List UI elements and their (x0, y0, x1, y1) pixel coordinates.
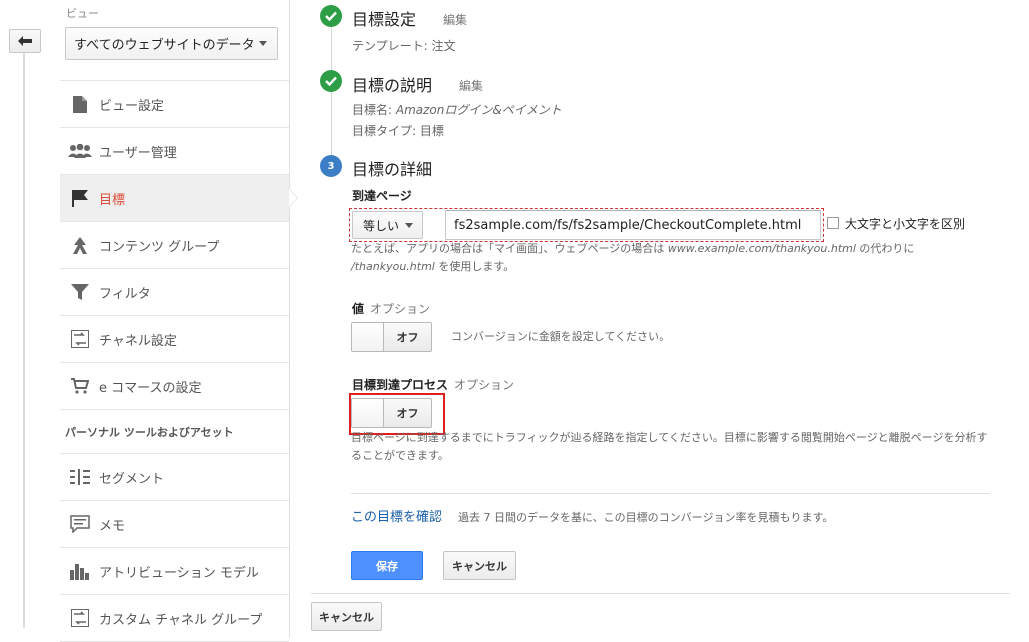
destination-help-text: たとえば、アプリの場合は「マイ画面」、ウェブページの場合は www.exampl… (351, 240, 991, 276)
sidebar-item-label: コンテンツ グループ (99, 239, 220, 255)
funnel-label: 目標到達プロセス オプション (352, 376, 514, 393)
toggle-knob (352, 323, 384, 351)
active-item-pointer-inner (289, 189, 297, 207)
edit-goal-description-link[interactable]: 編集 (459, 77, 483, 94)
destination-label: 到達ページ (352, 189, 412, 203)
sidebar-item-label: e コマースの設定 (99, 380, 202, 396)
help-part: の代わりに (855, 242, 915, 255)
sidebar-nav: ビュー設定 ユーザー管理 目標 コンテンツ グループ フィルタ チャネル設定 e… (60, 80, 289, 642)
step-connector-line (331, 22, 332, 162)
column-divider (289, 0, 290, 638)
step-number-badge: 3 (320, 155, 342, 177)
sidebar-item-label: 目標 (99, 192, 126, 208)
sidebar-item-segments[interactable]: セグメント (60, 454, 289, 501)
cancel-bottom-button[interactable]: キャンセル (311, 602, 382, 631)
sidebar-item-custom-channel-groupings[interactable]: カスタム チャネル グループ (60, 595, 289, 642)
sidebar-item-view-settings[interactable]: ビュー設定 (60, 81, 289, 128)
sidebar-item-label: カスタム チャネル グループ (99, 612, 263, 628)
bottom-divider (311, 593, 1010, 594)
channel-icon (67, 329, 93, 349)
sidebar-item-label: ビュー設定 (99, 98, 165, 114)
sidebar-item-goals[interactable]: 目標 (60, 175, 289, 222)
segment-icon (67, 467, 93, 487)
step-goal-description-title: 目標の説明 (352, 76, 433, 95)
step-goal-details-title: 目標の詳細 (352, 160, 433, 179)
view-label: ビュー (66, 7, 99, 20)
cart-icon (67, 376, 93, 396)
sidebar-item-annotations[interactable]: メモ (60, 501, 289, 548)
toggle-state: オフ (396, 331, 419, 344)
goal-type-detail: 目標タイプ: 目標 (352, 124, 444, 138)
sidebar-item-filters[interactable]: フィルタ (60, 269, 289, 316)
goal-name-detail: 目標名: Amazonログイン&ペイメント (352, 101, 562, 118)
check-icon (320, 70, 342, 92)
value-option-label: オプション (370, 302, 431, 316)
sidebar-item-channel-settings[interactable]: チャネル設定 (60, 316, 289, 363)
sidebar-item-label: チャネル設定 (99, 333, 177, 349)
memo-icon (67, 514, 93, 534)
sidebar-item-user-management[interactable]: ユーザー管理 (60, 128, 289, 175)
match-type-select[interactable]: 等しい (352, 211, 423, 239)
back-rail (23, 53, 25, 628)
chevron-down-icon (405, 222, 413, 228)
help-example: /thankyou.html (351, 260, 435, 273)
case-sensitive-checkbox[interactable] (827, 217, 839, 229)
flag-icon (67, 188, 93, 208)
sidebar-item-label: セグメント (99, 471, 165, 487)
sidebar-item-content-grouping[interactable]: コンテンツ グループ (60, 222, 289, 269)
goal-name-value: Amazonログイン&ペイメント (395, 103, 562, 117)
sidebar-item-attribution-models[interactable]: アトリビューション モデル (60, 548, 289, 595)
value-help-text: コンバージョンに金額を設定してください。 (451, 330, 671, 343)
template-detail: テンプレート: 注文 (352, 39, 456, 53)
verify-divider (351, 493, 990, 494)
match-type-value: 等しい (363, 218, 400, 233)
help-part: を使用します。 (434, 260, 515, 273)
edit-goal-setup-link[interactable]: 編集 (443, 11, 467, 28)
personal-tools-section-title: パーソナル ツールおよびアセット (60, 410, 289, 454)
custom-channel-icon (67, 608, 93, 628)
view-select[interactable]: すべてのウェブサイトのデータ (65, 27, 278, 60)
check-icon (320, 5, 342, 27)
view-select-value: すべてのウェブサイトのデータ (74, 38, 255, 53)
funnel-option-label: オプション (454, 378, 515, 392)
attribution-icon (67, 561, 93, 581)
content-group-icon (67, 235, 93, 255)
value-toggle[interactable]: オフ (351, 322, 432, 352)
cancel-button[interactable]: キャンセル (443, 551, 516, 580)
save-button[interactable]: 保存 (351, 551, 423, 580)
case-sensitive-label: 大文字と小文字を区別 (845, 217, 966, 231)
back-arrow-icon (18, 36, 32, 46)
value-label-text: 値 (352, 302, 365, 316)
sidebar-item-label: フィルタ (99, 286, 151, 302)
help-example: www.example.com/thankyou.html (667, 242, 856, 255)
goal-name-prefix: 目標名: (352, 103, 396, 117)
step-goal-setup-title: 目標設定 (352, 10, 417, 29)
funnel-label-text: 目標到達プロセス (352, 378, 449, 392)
verify-goal-link[interactable]: この目標を確認 (351, 506, 442, 525)
filter-icon (67, 282, 93, 302)
document-icon (67, 94, 93, 114)
funnel-help-text: 目標ページに到達するまでにトラフィックが辿る経路を指定してください。目標に影響す… (351, 431, 988, 462)
help-part: たとえば、アプリの場合は「マイ画面」、ウェブページの場合は (351, 242, 668, 255)
destination-url-input[interactable] (445, 210, 821, 240)
users-icon (67, 141, 93, 161)
sidebar-item-ecommerce-settings[interactable]: e コマースの設定 (60, 363, 289, 410)
sidebar-item-label: メモ (99, 518, 126, 534)
back-button[interactable] (9, 29, 41, 53)
chevron-down-icon (259, 41, 267, 46)
verify-goal-description: 過去 7 日間のデータを基に、この目標のコンバージョン率を見積もります。 (458, 511, 834, 524)
value-label: 値オプション (352, 300, 430, 317)
sidebar-item-label: ユーザー管理 (99, 145, 177, 161)
sidebar-item-label: アトリビューション モデル (99, 565, 259, 581)
